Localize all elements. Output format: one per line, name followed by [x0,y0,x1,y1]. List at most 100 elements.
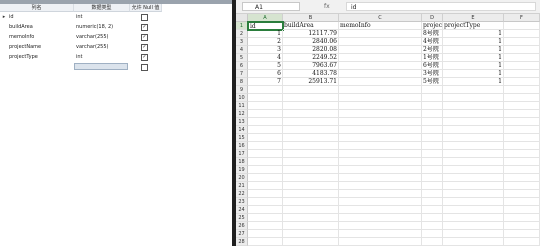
row-number[interactable]: 12 [236,110,248,118]
empty-cell[interactable] [339,230,422,238]
header-cell[interactable]: projectType [443,22,504,30]
column-letter-c[interactable]: C [339,14,422,22]
column-header-name[interactable]: 列名 [0,4,74,12]
empty-cell[interactable] [504,86,540,94]
empty-cell[interactable] [422,158,443,166]
column-name[interactable]: id [9,13,14,21]
row-number[interactable]: 15 [236,134,248,142]
empty-cell[interactable] [443,182,504,190]
empty-cell[interactable] [339,222,422,230]
column-letter-f[interactable]: F [504,14,540,22]
empty-cell[interactable] [504,70,540,78]
empty-cell[interactable] [504,46,540,54]
column-type[interactable]: varchar(255) [76,33,108,41]
empty-cell[interactable] [443,118,504,126]
column-letter-e[interactable]: E [443,14,504,22]
project-name-cell[interactable]: 3号院 [422,70,443,78]
column-type[interactable]: numeric(18, 2) [76,23,113,31]
empty-cell[interactable] [339,86,422,94]
row-number[interactable]: 19 [236,166,248,174]
column-name[interactable]: memoInfo [9,33,34,41]
empty-cell[interactable] [504,182,540,190]
empty-cell[interactable] [443,110,504,118]
row-number[interactable]: 2 [236,30,248,38]
empty-cell[interactable] [443,166,504,174]
empty-cell[interactable] [248,206,283,214]
empty-cell[interactable] [422,214,443,222]
column-type[interactable]: varchar(255) [76,43,108,51]
empty-cell[interactable] [504,174,540,182]
empty-cell[interactable] [443,222,504,230]
row-number[interactable]: 24 [236,206,248,214]
empty-cell[interactable] [248,166,283,174]
project-name-cell[interactable]: 5号院 [422,78,443,86]
project-type-cell[interactable]: 1 [443,70,504,78]
empty-cell[interactable] [504,134,540,142]
column-type[interactable]: int [76,13,83,21]
empty-cell[interactable] [248,230,283,238]
empty-cell[interactable] [339,214,422,222]
build-area-cell[interactable]: 2249.52 [283,54,339,62]
empty-cell[interactable] [339,206,422,214]
designer-row[interactable]: memoInfo varchar(255) ✓ [0,33,160,41]
empty-cell[interactable] [443,158,504,166]
empty-cell[interactable] [283,206,339,214]
empty-cell[interactable] [443,198,504,206]
column-type[interactable]: int [76,53,83,61]
build-area-cell[interactable]: 2820.08 [283,46,339,54]
column-header-allow-null[interactable]: 允许 Null 值 [130,4,162,12]
empty-cell[interactable] [248,150,283,158]
memo-cell[interactable] [339,70,422,78]
empty-cell[interactable] [283,118,339,126]
row-number[interactable]: 18 [236,158,248,166]
row-number[interactable]: 4 [236,46,248,54]
memo-cell[interactable] [339,62,422,70]
empty-cell[interactable] [422,174,443,182]
empty-cell[interactable] [443,190,504,198]
header-cell[interactable]: memoInfo [339,22,422,30]
empty-cell[interactable] [283,142,339,150]
empty-cell[interactable] [504,118,540,126]
empty-cell[interactable] [422,118,443,126]
project-name-cell[interactable]: 4号院 [422,38,443,46]
empty-cell[interactable] [283,110,339,118]
empty-cell[interactable] [422,190,443,198]
header-cell[interactable]: projectName [422,22,443,30]
project-type-cell[interactable]: 1 [443,78,504,86]
build-area-cell[interactable]: 2840.06 [283,38,339,46]
empty-cell[interactable] [443,206,504,214]
empty-cell[interactable] [283,222,339,230]
empty-cell[interactable] [339,126,422,134]
empty-cell[interactable] [504,190,540,198]
empty-cell[interactable] [339,198,422,206]
project-name-cell[interactable]: 6号院 [422,62,443,70]
row-number[interactable]: 21 [236,182,248,190]
empty-cell[interactable] [339,174,422,182]
project-type-cell[interactable]: 1 [443,30,504,38]
row-number[interactable]: 14 [236,126,248,134]
row-number[interactable]: 1 [236,22,248,30]
empty-cell[interactable] [422,238,443,246]
empty-cell[interactable] [248,134,283,142]
empty-cell[interactable] [283,166,339,174]
empty-cell[interactable] [422,94,443,102]
row-number[interactable]: 20 [236,174,248,182]
row-number[interactable]: 27 [236,230,248,238]
empty-cell[interactable] [504,30,540,38]
empty-cell[interactable] [283,174,339,182]
empty-cell[interactable] [339,142,422,150]
row-number[interactable]: 26 [236,222,248,230]
row-number[interactable]: 22 [236,190,248,198]
row-number[interactable]: 25 [236,214,248,222]
row-number[interactable]: 17 [236,150,248,158]
allow-null-checkbox[interactable] [141,64,148,71]
empty-cell[interactable] [504,62,540,70]
project-name-cell[interactable]: 8号院 [422,30,443,38]
empty-cell[interactable] [422,222,443,230]
empty-cell[interactable] [339,158,422,166]
empty-cell[interactable] [248,94,283,102]
empty-cell[interactable] [504,206,540,214]
empty-cell[interactable] [248,190,283,198]
empty-cell[interactable] [504,78,540,86]
empty-cell[interactable] [283,182,339,190]
